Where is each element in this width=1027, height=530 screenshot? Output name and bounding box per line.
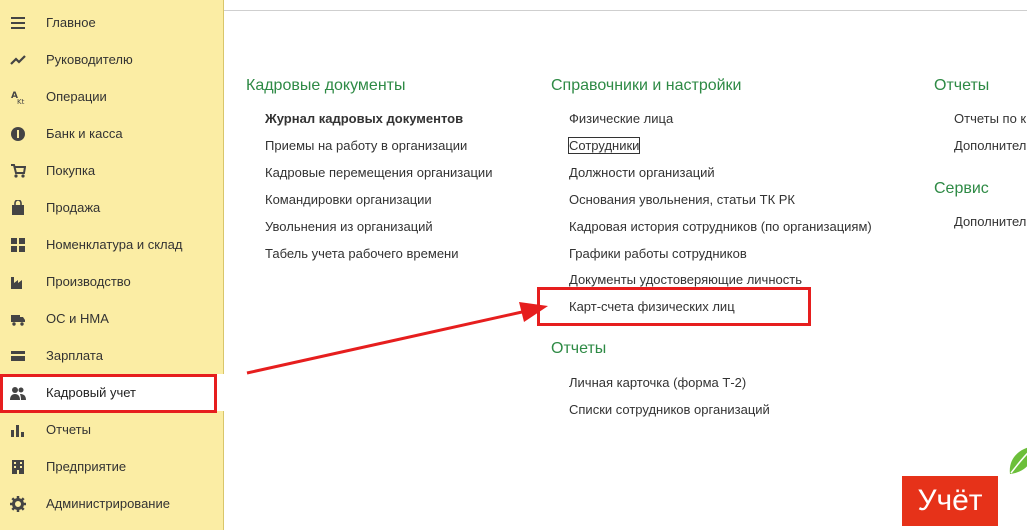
link-dismissals[interactable]: Увольнения из организаций: [265, 219, 433, 234]
sidebar-item-label: ОС и НМА: [46, 311, 109, 326]
link-id-documents[interactable]: Документы удостоверяющие личность: [569, 272, 802, 287]
link-additional-service[interactable]: Дополнител: [954, 214, 1026, 229]
sidebar-item-label: Кадровый учет: [46, 385, 136, 400]
sidebar-item-label: Зарплата: [46, 348, 103, 363]
bar-chart-icon: [10, 422, 26, 438]
sidebar-item-main[interactable]: Главное: [0, 4, 224, 41]
logo-text: Учёт: [917, 484, 983, 517]
link-business-trips[interactable]: Командировки организации: [265, 192, 432, 207]
sidebar-item-director[interactable]: Руководителю: [0, 41, 224, 78]
gear-icon: [10, 495, 26, 512]
sidebar-item-purchase[interactable]: Покупка: [0, 152, 224, 189]
sidebar: Главное Руководителю A Kt Операции Банк и…: [0, 0, 224, 530]
sidebar-item-reports[interactable]: Отчеты: [0, 411, 224, 448]
link-employee-lists[interactable]: Списки сотрудников организаций: [569, 402, 770, 417]
link-work-schedules[interactable]: Графики работы сотрудников: [569, 246, 747, 261]
cart-icon: [10, 163, 26, 179]
sidebar-item-label: Администрирование: [46, 496, 170, 511]
link-hiring[interactable]: Приемы на работу в организации: [265, 138, 467, 153]
link-individuals[interactable]: Физические лица: [569, 111, 673, 126]
link-transfers[interactable]: Кадровые перемещения организации: [265, 165, 492, 180]
link-dismissal-reasons[interactable]: Основания увольнения, статьи ТК РК: [569, 192, 795, 207]
link-hr-docs-journal[interactable]: Журнал кадровых документов: [265, 111, 463, 126]
sidebar-item-label: Продажа: [46, 200, 101, 215]
truck-icon: [10, 311, 26, 327]
sidebar-item-admin[interactable]: Администрирование: [0, 485, 224, 522]
section-title-hr-docs: Кадровые документы: [246, 77, 406, 94]
section-title-refs: Справочники и настройки: [551, 77, 742, 94]
factory-icon: [10, 274, 26, 290]
link-additional-reports[interactable]: Дополнител: [954, 138, 1026, 153]
link-personal-card[interactable]: Личная карточка (форма Т-2): [569, 375, 746, 390]
users-icon: [10, 385, 26, 401]
sidebar-item-hr[interactable]: Кадровый учет: [0, 374, 224, 411]
link-timesheet[interactable]: Табель учета рабочего времени: [265, 246, 459, 261]
grid-icon: [10, 237, 26, 253]
trend-line-icon: [10, 52, 26, 68]
sidebar-item-label: Руководителю: [46, 52, 133, 67]
sidebar-item-salary[interactable]: Зарплата: [0, 337, 224, 374]
section-title-service: Сервис: [934, 180, 989, 197]
sidebar-item-label: Покупка: [46, 163, 96, 178]
sidebar-item-label: Банк и касса: [46, 126, 123, 141]
building-icon: [10, 459, 26, 475]
wallet-icon: [10, 348, 26, 364]
menu-lines-icon: [10, 15, 26, 31]
sidebar-item-label: Главное: [46, 15, 96, 30]
operations-icon: A Kt: [10, 89, 26, 105]
sidebar-item-label: Предприятие: [46, 459, 127, 474]
coin-icon: [10, 126, 26, 142]
link-positions[interactable]: Должности организаций: [569, 165, 715, 180]
sidebar-item-bank[interactable]: Банк и касса: [0, 115, 224, 152]
sidebar-item-label: Номенклатура и склад: [46, 237, 183, 252]
sidebar-item-label: Операции: [46, 89, 107, 104]
logo: Учёт: [902, 476, 998, 526]
sidebar-item-label: Производство: [46, 274, 131, 289]
leaf-icon: [1009, 447, 1027, 474]
link-reports-by[interactable]: Отчеты по к: [954, 111, 1026, 126]
link-employees[interactable]: Сотрудники: [567, 137, 641, 154]
top-bar: [224, 0, 1027, 11]
sidebar-item-sales[interactable]: Продажа: [0, 189, 224, 226]
bag-icon: [10, 199, 26, 216]
section-title-reports: Отчеты: [551, 340, 607, 357]
sidebar-item-operations[interactable]: A Kt Операции: [0, 78, 224, 115]
sidebar-item-enterprise[interactable]: Предприятие: [0, 448, 224, 485]
sidebar-item-fixed-assets[interactable]: ОС и НМА: [0, 300, 224, 337]
link-hr-history[interactable]: Кадровая история сотрудников (по организ…: [569, 219, 872, 234]
svg-text:Kt: Kt: [17, 98, 25, 105]
sidebar-item-label: Отчеты: [46, 422, 91, 437]
section-title-reports-right: Отчеты: [934, 77, 990, 94]
sidebar-item-production[interactable]: Производство: [0, 263, 224, 300]
sidebar-item-nomenclature[interactable]: Номенклатура и склад: [0, 226, 224, 263]
link-card-accounts[interactable]: Карт-счета физических лиц: [569, 299, 735, 314]
